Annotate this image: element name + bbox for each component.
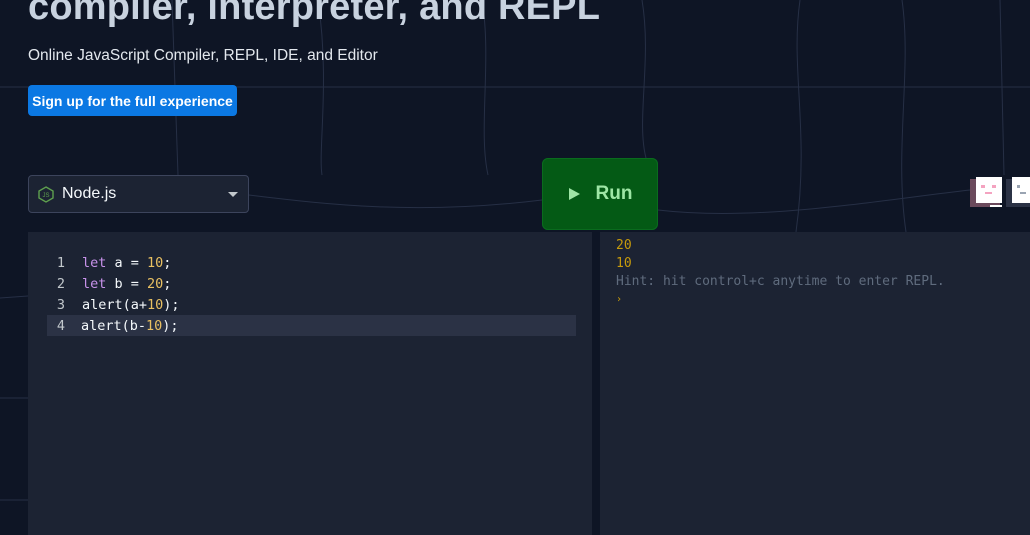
console-panel[interactable]: 20 10 Hint: hit control+c anytime to ent…	[600, 232, 1030, 535]
console-output-line: 20	[616, 238, 632, 253]
page-subtitle: Online JavaScript Compiler, REPL, IDE, a…	[28, 47, 378, 64]
code-token: 10	[147, 296, 164, 313]
play-icon	[568, 188, 580, 200]
console-prompt: ›	[616, 294, 623, 305]
pixel-mascot-icon	[970, 177, 1030, 207]
code-editor[interactable]: 1 let a = 10; 2 let b = 20; 3 alert(a+10); 4 al…	[28, 232, 592, 535]
run-button[interactable]: Run	[542, 158, 658, 230]
code-token: ;	[163, 275, 172, 292]
code-line[interactable]: 1 let a = 10;	[28, 252, 592, 273]
line-code: let a = 10;	[82, 255, 171, 271]
page-title: compiler, interpreter, and REPL	[28, 0, 601, 28]
console-hint: Hint: hit control+c anytime to enter REP…	[616, 274, 945, 289]
code-token: b =	[106, 275, 148, 292]
code-token: );	[162, 317, 179, 334]
run-button-label: Run	[595, 183, 633, 204]
code-lines: 1 let a = 10; 2 let b = 20; 3 alert(a+10); 4 al…	[28, 252, 592, 336]
code-token: 10	[147, 254, 164, 271]
line-number: 3	[56, 296, 65, 313]
language-select-value: Node.js	[62, 185, 117, 202]
code-token: );	[163, 296, 180, 313]
console-output-line: 10	[616, 256, 632, 271]
code-line[interactable]: 3 alert(a+10);	[28, 294, 592, 315]
code-token: alert(b-	[81, 317, 147, 334]
svg-text:JS: JS	[42, 193, 49, 199]
console-output: 20 10 Hint: hit control+c anytime to ent…	[616, 237, 945, 309]
line-code: let b = 20;	[82, 276, 171, 292]
code-token: let	[82, 275, 107, 292]
line-code: alert(b-10);	[81, 318, 179, 334]
code-token: let	[82, 254, 107, 271]
nodejs-icon: JS	[38, 185, 54, 203]
signup-button[interactable]: Sign up for the full experience	[28, 85, 237, 116]
line-code: alert(a+10);	[82, 297, 180, 313]
code-token: alert(a+	[82, 296, 148, 313]
code-line[interactable]: 2 let b = 20;	[28, 273, 592, 294]
line-number: 1	[56, 254, 65, 271]
language-select[interactable]: JS Node.js	[28, 175, 249, 213]
line-number: 2	[56, 275, 65, 292]
line-number: 4	[56, 317, 65, 334]
code-line[interactable]: 4 alert(b-10);	[47, 315, 576, 336]
chevron-down-icon	[228, 192, 238, 197]
code-token: 10	[146, 317, 163, 334]
code-token: a =	[106, 254, 148, 271]
code-token: ;	[163, 254, 172, 271]
code-token: 20	[147, 275, 164, 292]
